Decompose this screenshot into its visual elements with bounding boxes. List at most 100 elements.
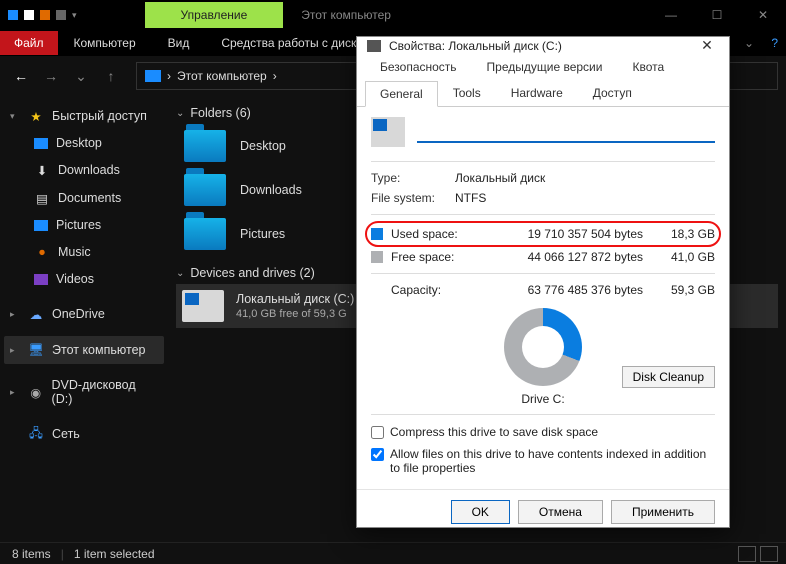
recent-dropdown[interactable]: ⌄ xyxy=(68,63,94,89)
overflow-icon[interactable]: ▾ xyxy=(72,10,77,20)
network-icon: 🖧 xyxy=(28,426,44,442)
sidebar-item-label: Pictures xyxy=(56,218,101,232)
capacity-label: Capacity: xyxy=(391,283,469,297)
address-sep1: › xyxy=(167,69,171,83)
capacity-gb: 59,3 GB xyxy=(663,283,715,297)
apply-button[interactable]: Применить xyxy=(611,500,715,524)
folder-icon xyxy=(184,174,226,206)
used-bytes: 19 710 357 504 bytes xyxy=(477,227,655,241)
compress-checkbox-row[interactable]: Compress this drive to save disk space xyxy=(371,421,715,443)
chevron-right-icon: ▸ xyxy=(10,387,20,398)
ribbon-expand-icon[interactable]: ⌄ xyxy=(744,36,754,50)
navigation-pane: ▾ ★ Быстрый доступ Desktop ⬇ Downloads ▤D… xyxy=(0,96,168,542)
ribbon-context-tab[interactable]: Управление xyxy=(145,2,284,28)
square-icon xyxy=(24,10,34,20)
dialog-body: Type:Локальный диск File system:NTFS Use… xyxy=(357,107,729,489)
cloud-icon: ☁ xyxy=(28,306,44,322)
section-label: Devices and drives (2) xyxy=(190,266,314,280)
maximize-button[interactable]: ☐ xyxy=(694,0,740,30)
menu-view[interactable]: Вид xyxy=(152,31,206,55)
dialog-title-bar[interactable]: Свойства: Локальный диск (C:) ✕ xyxy=(357,37,729,54)
sidebar-quick-access[interactable]: ▾ ★ Быстрый доступ xyxy=(4,102,164,130)
section-label: Folders (6) xyxy=(190,106,250,120)
sidebar-this-pc[interactable]: ▸ 🖥 Этот компьютер xyxy=(4,336,164,364)
chevron-right-icon: ▸ xyxy=(10,345,20,356)
close-button[interactable]: ✕ xyxy=(740,0,786,30)
sidebar-label: Быстрый доступ xyxy=(52,109,147,123)
help-icon[interactable]: ? xyxy=(771,36,778,50)
minimize-button[interactable]: — xyxy=(648,0,694,30)
compress-checkbox[interactable] xyxy=(371,426,384,439)
forward-button[interactable]: → xyxy=(38,63,64,89)
capacity-bytes: 63 776 485 376 bytes xyxy=(477,283,655,297)
tab-hardware[interactable]: Hardware xyxy=(496,80,578,106)
tab-sharing[interactable]: Доступ xyxy=(578,80,647,106)
sidebar-onedrive[interactable]: ▸ ☁ OneDrive xyxy=(4,300,164,328)
free-label: Free space: xyxy=(391,250,469,264)
drive-icon xyxy=(182,290,224,322)
view-details-icon[interactable] xyxy=(738,546,756,562)
sidebar-item-music[interactable]: ●Music xyxy=(28,238,164,266)
sidebar-item-desktop[interactable]: Desktop xyxy=(28,130,164,156)
tab-general[interactable]: General xyxy=(365,81,438,107)
sidebar-item-label: Desktop xyxy=(56,136,102,150)
sidebar-item-videos[interactable]: Videos xyxy=(28,266,164,292)
drive-caption: Drive C: xyxy=(371,388,715,408)
chevron-down-icon: ⌄ xyxy=(176,268,184,279)
tab-tools[interactable]: Tools xyxy=(438,80,496,106)
ok-button[interactable]: OK xyxy=(451,500,510,524)
sidebar-item-pictures[interactable]: Pictures xyxy=(28,212,164,238)
drive-name-input[interactable] xyxy=(417,121,715,143)
index-checkbox-row[interactable]: Allow files on this drive to have conten… xyxy=(371,443,715,479)
tab-previous-versions[interactable]: Предыдущие версии xyxy=(472,54,618,80)
chevron-down-icon: ⌄ xyxy=(176,108,184,119)
monitor-icon: 🖥 xyxy=(28,342,44,358)
status-selected: 1 item selected xyxy=(74,547,155,561)
type-value: Локальный диск xyxy=(455,171,545,185)
sidebar-item-label: Сеть xyxy=(52,427,80,441)
pc-icon xyxy=(145,70,161,82)
sidebar-item-label: Documents xyxy=(58,191,121,205)
free-bytes: 44 066 127 872 bytes xyxy=(477,250,655,264)
window-title: Этот компьютер xyxy=(283,8,648,22)
video-icon xyxy=(34,274,48,285)
folder-icon xyxy=(56,10,66,20)
disk-cleanup-button[interactable]: Disk Cleanup xyxy=(622,366,715,388)
address-path[interactable]: Этот компьютер xyxy=(177,69,267,83)
properties-dialog: Свойства: Локальный диск (C:) ✕ Безопасн… xyxy=(356,36,730,528)
tab-security[interactable]: Безопасность xyxy=(365,54,472,80)
sidebar-network[interactable]: 🖧 Сеть xyxy=(4,420,164,448)
sidebar-item-label: Videos xyxy=(56,272,94,286)
back-button[interactable]: ← xyxy=(8,63,34,89)
sidebar-item-label: Этот компьютер xyxy=(52,343,145,357)
used-gb: 18,3 GB xyxy=(663,227,715,241)
tab-quota[interactable]: Квота xyxy=(617,54,679,80)
view-large-icon[interactable] xyxy=(760,546,778,562)
sidebar-item-documents[interactable]: ▤Documents xyxy=(28,184,164,212)
folder-label: Pictures xyxy=(240,227,285,241)
status-bar: 8 items | 1 item selected xyxy=(0,542,786,564)
folder-icon xyxy=(184,218,226,250)
up-button[interactable]: ↑ xyxy=(98,63,124,89)
dialog-buttons: OK Отмена Применить xyxy=(357,489,729,534)
chevron-down-icon: ▾ xyxy=(10,111,20,122)
sidebar-item-label: Downloads xyxy=(58,163,120,177)
taskbar-icons: ▾ xyxy=(0,10,85,20)
status-sep: | xyxy=(61,547,64,561)
sidebar-item-downloads[interactable]: ⬇ Downloads xyxy=(28,156,164,184)
dialog-close-button[interactable]: ✕ xyxy=(695,37,719,54)
menu-computer[interactable]: Компьютер xyxy=(58,31,152,55)
sidebar-dvd[interactable]: ▸ ◉ DVD-дисковод (D:) xyxy=(4,372,164,412)
menu-disk-tools[interactable]: Средства работы с диска xyxy=(205,31,379,55)
download-icon: ⬇ xyxy=(34,162,50,178)
menu-file[interactable]: Файл xyxy=(0,31,58,55)
type-label: Type: xyxy=(371,171,455,185)
index-checkbox[interactable] xyxy=(371,448,384,461)
drive-icon xyxy=(367,40,381,52)
sidebar-item-label: OneDrive xyxy=(52,307,105,321)
pictures-icon xyxy=(34,220,48,231)
status-items: 8 items xyxy=(12,547,51,561)
cancel-button[interactable]: Отмена xyxy=(518,500,603,524)
index-label: Allow files on this drive to have conten… xyxy=(390,447,715,475)
used-color-icon xyxy=(371,228,383,240)
